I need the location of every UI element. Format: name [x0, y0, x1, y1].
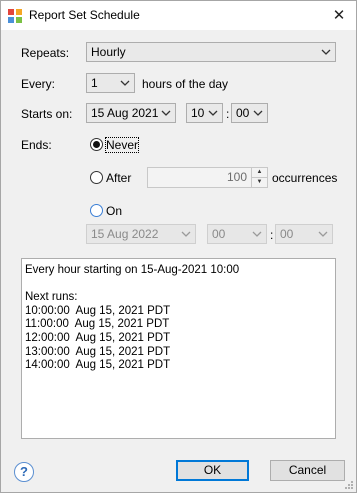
close-button[interactable]: ✕	[322, 1, 356, 30]
summary-description: Every hour starting on 15-Aug-2021 10:00	[25, 264, 240, 276]
ends-never-radio[interactable]	[90, 138, 103, 151]
spin-up-icon[interactable]: ▲	[252, 168, 267, 178]
help-icon: ?	[20, 464, 28, 479]
title-bar[interactable]: Report Set Schedule ✕	[1, 1, 356, 30]
next-run-item: 14:00:00 Aug 15, 2021 PDT	[25, 359, 171, 372]
time-separator: :	[226, 107, 230, 121]
next-run-item: 13:00:00 Aug 15, 2021 PDT	[25, 345, 171, 358]
occurrences-suffix: occurrences	[272, 171, 338, 185]
chevron-down-icon	[321, 49, 331, 55]
dialog-window: Report Set Schedule ✕ Repeats: Hourly Ev…	[0, 0, 357, 493]
ends-after-label[interactable]: After	[106, 171, 131, 185]
every-value: 1	[91, 76, 98, 90]
chevron-down-icon	[253, 110, 263, 116]
start-minute-value: 00	[236, 106, 250, 120]
next-runs-label: Next runs:	[25, 291, 78, 304]
cancel-label: Cancel	[288, 463, 327, 477]
repeats-label: Repeats:	[21, 46, 70, 60]
chevron-down-icon	[318, 231, 328, 237]
ok-button[interactable]: OK	[176, 460, 249, 481]
end-time-separator: :	[270, 228, 274, 242]
end-date-select[interactable]: 15 Aug 2022	[86, 224, 196, 244]
app-logo-icon	[8, 9, 22, 23]
chevron-down-icon	[161, 110, 171, 116]
schedule-summary[interactable]: Every hour starting on 15-Aug-2021 10:00…	[21, 258, 336, 439]
window-title: Report Set Schedule	[29, 8, 140, 22]
end-minute-select[interactable]: 00	[275, 224, 333, 244]
end-date-value: 15 Aug 2022	[91, 227, 159, 241]
start-date-select[interactable]: 15 Aug 2021	[86, 103, 176, 123]
chevron-down-icon	[208, 110, 218, 116]
next-run-item: 11:00:00 Aug 15, 2021 PDT	[25, 318, 170, 331]
every-suffix: hours of the day	[142, 77, 229, 91]
occurrences-spin-buttons: ▲ ▼	[251, 168, 267, 187]
spin-down-icon[interactable]: ▼	[252, 178, 267, 187]
repeats-select[interactable]: Hourly	[86, 42, 336, 62]
chevron-down-icon	[120, 80, 130, 86]
ends-on-radio[interactable]	[90, 204, 103, 217]
end-hour-value: 00	[212, 227, 226, 241]
every-label: Every:	[21, 77, 56, 91]
start-minute-select[interactable]: 00	[231, 103, 268, 123]
occurrences-stepper[interactable]: 100 ▲ ▼	[147, 167, 268, 188]
end-hour-select[interactable]: 00	[207, 224, 267, 244]
every-select[interactable]: 1	[86, 73, 135, 93]
start-hour-value: 10	[191, 106, 205, 120]
ends-after-radio[interactable]	[90, 171, 103, 184]
end-minute-value: 00	[280, 227, 294, 241]
ok-label: OK	[203, 463, 222, 477]
help-button[interactable]: ?	[14, 462, 34, 482]
cancel-button[interactable]: Cancel	[270, 460, 345, 481]
chevron-down-icon	[181, 231, 191, 237]
ends-never-label[interactable]: Never	[104, 137, 140, 153]
chevron-down-icon	[252, 231, 262, 237]
resize-grip-icon[interactable]	[344, 480, 354, 490]
start-date-value: 15 Aug 2021	[91, 106, 159, 120]
repeats-value: Hourly	[91, 45, 126, 59]
ends-label: Ends:	[21, 138, 52, 152]
occurrences-value: 100	[226, 170, 247, 184]
starts-on-label: Starts on:	[21, 107, 73, 121]
start-hour-select[interactable]: 10	[186, 103, 223, 123]
ends-on-label[interactable]: On	[106, 204, 122, 218]
close-icon: ✕	[332, 7, 346, 24]
next-run-item: 12:00:00 Aug 15, 2021 PDT	[25, 331, 171, 344]
next-run-item: 10:00:00 Aug 15, 2021 PDT	[25, 304, 171, 317]
